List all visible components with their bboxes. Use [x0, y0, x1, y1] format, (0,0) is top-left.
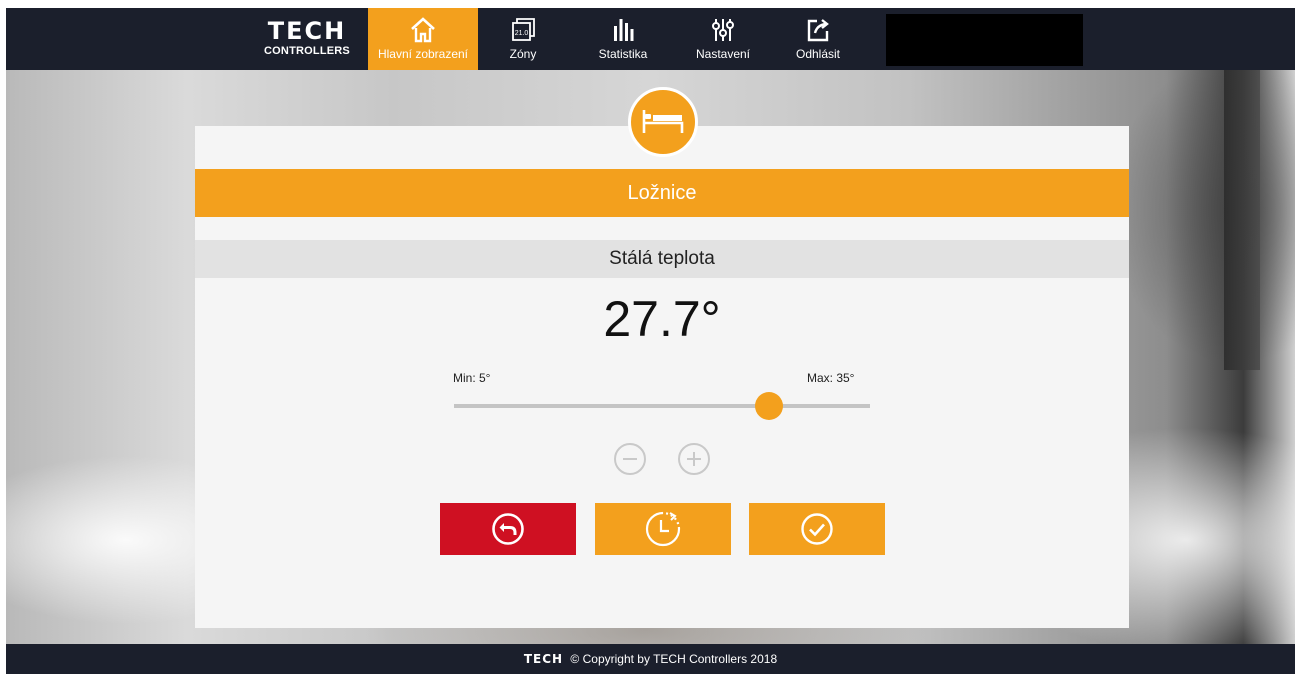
background-decor: [1224, 70, 1260, 370]
confirm-button[interactable]: [749, 503, 885, 555]
zones-icon-text: 21.0: [515, 30, 529, 37]
slider-thumb[interactable]: [754, 392, 783, 420]
bed-icon: [628, 87, 698, 157]
zone-mode: Stálá teplota: [195, 240, 1129, 278]
max-temperature-label: Max: 35°: [807, 371, 855, 385]
zones-icon: 21.0: [498, 16, 548, 44]
redacted-box: [886, 14, 1083, 66]
settings-sliders-icon: [683, 16, 763, 44]
nav-item-zones[interactable]: 21.0 Zóny: [498, 8, 548, 70]
nav-item-home[interactable]: Hlavní zobrazení: [368, 8, 478, 70]
nav-item-logout[interactable]: Odhlásit: [788, 8, 848, 70]
schedule-clock-icon: [645, 511, 681, 547]
temperature-readout: 27.7°: [603, 291, 721, 347]
footer: TECH © Copyright by TECH Controllers 201…: [6, 644, 1295, 674]
minus-circle-icon: [614, 443, 646, 475]
footer-copyright: © Copyright by TECH Controllers 2018: [570, 652, 778, 666]
nav-label-statistics: Statistika: [598, 47, 648, 61]
back-button[interactable]: [440, 503, 576, 555]
logo-sub-text: CONTROLLERS: [264, 45, 350, 57]
decrease-button[interactable]: [612, 441, 648, 477]
zone-panel: Ložnice Stálá teplota 27.7° Min: 5° Max:…: [195, 126, 1129, 628]
zone-title: Ložnice: [195, 169, 1129, 217]
logo-main-text: TECH: [267, 17, 347, 45]
nav-item-statistics[interactable]: Statistika: [588, 8, 658, 70]
increase-button[interactable]: [676, 441, 712, 477]
tech-logo[interactable]: TECH CONTROLLERS: [260, 18, 354, 62]
footer-logo: TECH: [523, 652, 564, 666]
home-icon: [368, 16, 478, 44]
plus-circle-icon: [678, 443, 710, 475]
temperature-slider[interactable]: [454, 392, 870, 420]
top-navigation: TECH CONTROLLERS Hlavní zobrazení 21.0 Z…: [6, 8, 1295, 70]
check-circle-icon: [801, 513, 833, 545]
nav-label-zones: Zóny: [509, 47, 537, 61]
schedule-button[interactable]: [595, 503, 731, 555]
min-temperature-label: Min: 5°: [453, 371, 491, 385]
app-frame: TECH CONTROLLERS Hlavní zobrazení 21.0 Z…: [6, 8, 1295, 674]
logout-icon: [788, 16, 848, 44]
statistics-icon: [588, 16, 658, 44]
back-arrow-icon: [492, 513, 524, 545]
nav-label-home: Hlavní zobrazení: [377, 47, 469, 61]
nav-item-settings[interactable]: Nastavení: [683, 8, 763, 70]
nav-label-settings: Nastavení: [695, 47, 751, 61]
nav-label-logout: Odhlásit: [795, 47, 841, 61]
